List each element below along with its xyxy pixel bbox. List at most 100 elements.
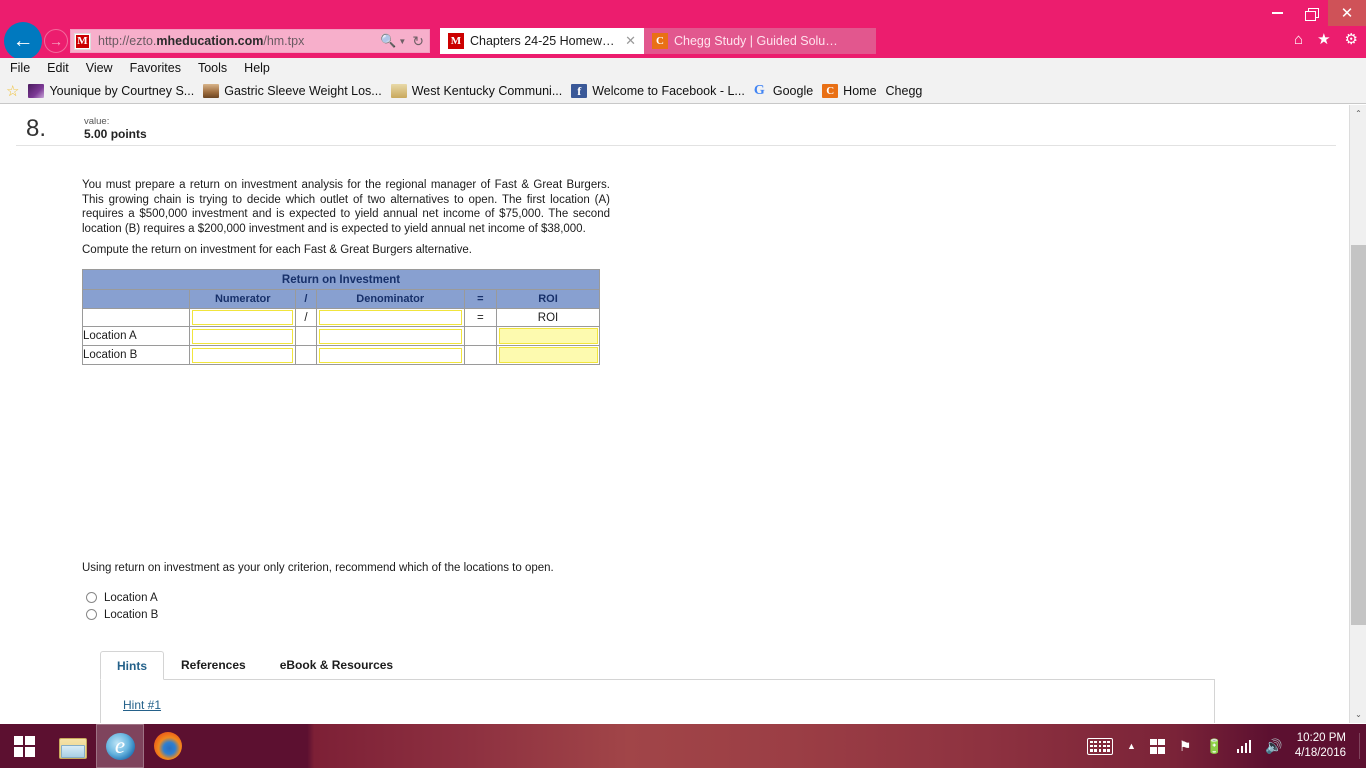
windows-tray-icon[interactable] xyxy=(1143,738,1172,754)
col-header-slash: / xyxy=(295,289,317,309)
menu-item-file[interactable]: File xyxy=(10,61,30,75)
bookmark-label: Younique by Courtney S... xyxy=(49,84,195,98)
formula-roi-label: ROI xyxy=(496,308,600,327)
menu-item-edit[interactable]: Edit xyxy=(47,61,69,75)
windows-start-icon[interactable] xyxy=(0,724,48,768)
address-bar[interactable]: M http://ezto.mheducation.com/hm.tpx 🔍 ▼… xyxy=(70,29,430,53)
question-value-label: value: xyxy=(84,116,110,127)
formula-row-label xyxy=(81,308,191,327)
question-points: 5.00 points xyxy=(84,127,147,141)
bookmarks-bar: ☆ Younique by Courtney S... Gastric Slee… xyxy=(0,79,1366,104)
search-icon[interactable]: 🔍 xyxy=(380,33,396,49)
tab-ebook-resources[interactable]: eBook & Resources xyxy=(263,650,410,679)
radio-option-location-b[interactable]: Location B xyxy=(86,606,158,623)
volume-icon[interactable]: 🔊 xyxy=(1258,738,1289,755)
radio-option-location-a[interactable]: Location A xyxy=(86,589,158,606)
back-button[interactable]: ← xyxy=(4,22,42,60)
location-b-denominator-cell[interactable] xyxy=(315,345,465,365)
scrollbar-thumb[interactable] xyxy=(1351,245,1366,625)
internet-explorer-icon[interactable] xyxy=(96,724,144,768)
bookmark-google[interactable]: G Google xyxy=(753,83,813,99)
roi-table-title: Return on Investment xyxy=(82,269,600,290)
location-a-denominator-cell[interactable] xyxy=(315,326,465,346)
table-title-row: Return on Investment xyxy=(82,269,600,290)
menu-item-view[interactable]: View xyxy=(86,61,113,75)
bookmark-label: Home xyxy=(843,84,877,98)
browser-tab-active[interactable]: M Chapters 24-25 Homework ✕ xyxy=(440,28,644,54)
bookmark-gastric-sleeve[interactable]: Gastric Sleeve Weight Los... xyxy=(203,84,382,98)
table-row: Location A xyxy=(81,326,600,346)
radio-button-icon[interactable] xyxy=(86,609,97,620)
formula-numerator-cell[interactable] xyxy=(189,308,297,327)
network-signal-icon[interactable] xyxy=(1230,739,1259,753)
table-row: Location B xyxy=(81,345,600,365)
usb-device-icon[interactable]: 🔋 xyxy=(1198,738,1229,755)
restore-button[interactable] xyxy=(1294,0,1328,26)
file-explorer-icon[interactable] xyxy=(48,724,96,768)
keyboard-icon[interactable] xyxy=(1080,737,1120,755)
tab-references[interactable]: References xyxy=(164,650,263,679)
compute-instruction: Compute the return on investment for eac… xyxy=(82,244,472,256)
younique-bookmark-icon xyxy=(28,84,45,98)
menu-bar: File Edit View Favorites Tools Help xyxy=(0,58,1366,79)
page-scrollbar[interactable]: ⌃ ⌄ xyxy=(1349,105,1366,723)
firefox-icon[interactable] xyxy=(144,724,192,768)
flag-action-center-icon[interactable]: ⚑ xyxy=(1172,738,1199,755)
forward-button[interactable]: → xyxy=(44,29,68,53)
chevron-down-icon[interactable]: ▼ xyxy=(398,37,406,46)
home-icon[interactable]: ⌂ xyxy=(1294,31,1303,48)
tab-strip: M Chapters 24-25 Homework ✕ C Chegg Stud… xyxy=(440,28,876,54)
window-controls: ✕ xyxy=(1260,0,1366,26)
google-bookmark-icon: G xyxy=(753,83,765,98)
tab-hints[interactable]: Hints xyxy=(100,651,164,680)
minimize-button[interactable] xyxy=(1260,0,1294,26)
add-favorite-star-icon[interactable]: ☆ xyxy=(6,84,19,99)
formula-denominator-input[interactable] xyxy=(318,310,462,325)
formula-numerator-input[interactable] xyxy=(192,310,294,325)
browser-tab-chegg[interactable]: C Chegg Study | Guided Solution... xyxy=(644,28,848,54)
settings-gear-icon[interactable]: ⚙ xyxy=(1345,30,1358,48)
location-a-numerator-input[interactable] xyxy=(192,328,294,344)
location-a-numerator-cell[interactable] xyxy=(189,326,297,346)
formula-equals: = xyxy=(463,308,498,327)
radio-button-icon[interactable] xyxy=(86,592,97,603)
bookmark-facebook[interactable]: f Welcome to Facebook - L... xyxy=(571,84,745,98)
taskbar-clock[interactable]: 10:20 PM 4/18/2016 xyxy=(1290,731,1355,761)
show-hidden-icons-icon[interactable]: ▲ xyxy=(1120,741,1143,751)
location-b-numerator-cell[interactable] xyxy=(189,345,297,365)
address-bar-icons: 🔍 ▼ ↻ xyxy=(380,33,429,50)
location-a-denominator-input[interactable] xyxy=(318,328,462,344)
col-header-blank xyxy=(81,289,191,309)
bookmark-chegg-home[interactable]: C Home xyxy=(822,84,877,98)
favicon-letter: M xyxy=(76,34,89,48)
menu-item-favorites[interactable]: Favorites xyxy=(130,61,181,75)
menu-item-tools[interactable]: Tools xyxy=(198,61,227,75)
hint-1-link[interactable]: Hint #1 xyxy=(123,698,161,712)
clock-date: 4/18/2016 xyxy=(1294,747,1346,759)
col-header-numerator: Numerator xyxy=(189,289,297,309)
refresh-icon[interactable]: ↻ xyxy=(412,33,424,50)
favorites-star-icon[interactable]: ★ xyxy=(1317,30,1330,48)
location-b-numerator-input[interactable] xyxy=(192,347,294,363)
location-b-denominator-input[interactable] xyxy=(318,347,462,363)
location-a-roi-cell xyxy=(496,326,600,346)
bookmark-chegg[interactable]: Chegg xyxy=(886,84,923,98)
new-tab-button[interactable] xyxy=(848,28,876,54)
menu-item-help[interactable]: Help xyxy=(244,61,270,75)
bookmark-younique[interactable]: Younique by Courtney S... xyxy=(28,84,194,98)
recommendation-radio-group: Location A Location B xyxy=(86,589,158,623)
row-label-location-a: Location A xyxy=(81,326,191,346)
scroll-up-arrow-icon[interactable]: ⌃ xyxy=(1350,105,1366,122)
tab-close-icon[interactable]: ✕ xyxy=(625,33,636,49)
bookmark-label: Gastric Sleeve Weight Los... xyxy=(224,84,382,98)
scroll-down-arrow-icon[interactable]: ⌄ xyxy=(1350,706,1366,723)
show-desktop-button[interactable] xyxy=(1359,733,1360,759)
row-label-location-b: Location B xyxy=(81,345,191,365)
tab-favicon-mheducation: M xyxy=(448,33,464,49)
formula-denominator-cell[interactable] xyxy=(315,308,465,327)
bookmark-west-kentucky[interactable]: West Kentucky Communi... xyxy=(390,84,562,98)
close-button[interactable]: ✕ xyxy=(1328,0,1366,26)
question-number: 8. xyxy=(26,115,47,142)
formula-slash: / xyxy=(295,308,317,327)
facebook-bookmark-icon: f xyxy=(571,84,588,98)
